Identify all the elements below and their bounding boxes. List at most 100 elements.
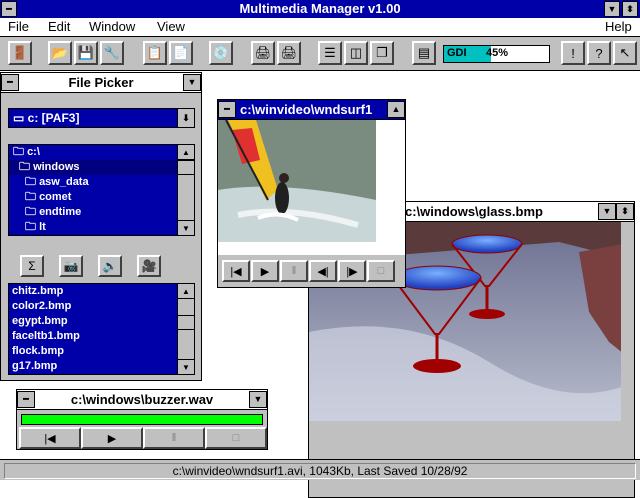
- file-item[interactable]: g17.bmp: [9, 359, 194, 374]
- directory-item[interactable]: 🗀 asw_data: [9, 175, 194, 190]
- properties-button[interactable]: 📄: [169, 41, 193, 65]
- camera-button[interactable]: 📷: [59, 255, 83, 277]
- minus-icon: ━: [23, 394, 29, 404]
- audio-rewind-button[interactable]: |◀: [19, 427, 81, 449]
- audio-minimize-button[interactable]: ▼: [249, 391, 267, 408]
- menu-help[interactable]: Help: [605, 19, 632, 34]
- cascade-icon: ❐: [376, 45, 388, 60]
- down-arrow-icon: ▼: [187, 77, 197, 87]
- down-arrow-icon: ▼: [253, 394, 263, 404]
- wrench-icon: 🔧: [103, 45, 121, 60]
- info-button[interactable]: Σ: [20, 255, 44, 277]
- file-picker-titlebar: ━ File Picker ▼: [1, 73, 201, 93]
- video-stop-button[interactable]: □: [367, 260, 395, 282]
- open-button[interactable]: 📂: [48, 41, 72, 65]
- tile-vertical-button[interactable]: ◫: [344, 41, 368, 65]
- directory-item-label: comet: [39, 191, 72, 203]
- up-down-arrow-icon: ⬍: [626, 4, 634, 14]
- directory-item-label: windows: [33, 161, 80, 173]
- print-button[interactable]: 🖨: [251, 41, 275, 65]
- speaker-icon: 🔊: [102, 259, 118, 273]
- scroll-thumb[interactable]: [178, 315, 194, 330]
- scroll-up-icon[interactable]: ▲: [178, 145, 194, 160]
- sound-button[interactable]: 🔊: [98, 255, 122, 277]
- image-maximize-button[interactable]: ⬍: [616, 203, 634, 220]
- open-folder-icon: 🗀: [13, 146, 28, 158]
- print-setup-button[interactable]: 🖨: [277, 41, 301, 65]
- help-button[interactable]: ?: [587, 41, 611, 65]
- camera-icon: 📷: [63, 259, 79, 273]
- image-minimize-button[interactable]: ▼: [598, 203, 616, 220]
- file-picker-title: File Picker: [68, 75, 134, 90]
- menu-edit[interactable]: Edit: [48, 19, 70, 34]
- tile-horizontal-button[interactable]: ☰: [318, 41, 342, 65]
- file-item[interactable]: flock.bmp: [9, 344, 194, 359]
- audio-title: c:\windows\buzzer.wav: [70, 392, 214, 407]
- cascade-button[interactable]: ❐: [370, 41, 394, 65]
- directory-item[interactable]: 🗀 windows: [9, 160, 194, 175]
- file-item[interactable]: egypt.bmp: [9, 314, 194, 329]
- file-item[interactable]: faceltb1.bmp: [9, 329, 194, 344]
- audio-stop-button[interactable]: □: [205, 427, 267, 449]
- file-picker-minimize-button[interactable]: ▼: [183, 74, 201, 91]
- gdi-label: GDI: [447, 47, 467, 59]
- scroll-down-icon[interactable]: ▼: [178, 220, 194, 235]
- folder-icon: 🗀: [25, 191, 40, 203]
- alert-button[interactable]: !: [561, 41, 585, 65]
- pause-icon: ‖: [291, 265, 297, 277]
- video-pause-button[interactable]: ‖: [280, 260, 308, 282]
- audio-pause-button[interactable]: ‖: [143, 427, 205, 449]
- menu-file[interactable]: File: [8, 19, 29, 34]
- video-step-back-button[interactable]: ◀|: [309, 260, 337, 282]
- context-help-button[interactable]: ↖: [613, 41, 637, 65]
- drive-select[interactable]: ▭ c: [PAF3] ⬇: [8, 108, 195, 128]
- file-item[interactable]: chitz.bmp: [9, 284, 194, 299]
- menu-view[interactable]: View: [157, 19, 185, 34]
- scroll-thumb[interactable]: [178, 160, 194, 175]
- video-button[interactable]: 🎥: [137, 255, 161, 277]
- scroll-down-icon[interactable]: ▼: [178, 359, 194, 374]
- video-icon: 🎥: [141, 259, 157, 273]
- directory-item[interactable]: 🗀 lt: [9, 220, 194, 235]
- video-window: ━ c:\winvideo\wndsurf1 ▲ |◀ ▶ ‖ ◀| |▶ □: [217, 99, 406, 288]
- file-item[interactable]: glass.bmp: [9, 374, 194, 375]
- exit-button[interactable]: 🚪: [8, 41, 32, 65]
- clipboard-icon: 📋: [146, 45, 164, 60]
- folder-icon: 🗀: [25, 206, 40, 218]
- video-step-forward-button[interactable]: |▶: [338, 260, 366, 282]
- audio-play-button[interactable]: ▶: [81, 427, 143, 449]
- clipboard-button[interactable]: 📋: [143, 41, 167, 65]
- down-arrow-icon: ▼: [602, 206, 612, 216]
- file-list[interactable]: chitz.bmp color2.bmp egypt.bmp faceltb1.bmp…: [8, 283, 195, 375]
- video-rewind-button[interactable]: |◀: [222, 260, 250, 282]
- status-bar: c:\winvideo\wndsurf1.avi, 1043Kb, Last S…: [0, 459, 640, 480]
- directory-item[interactable]: 🗀 endtime: [9, 205, 194, 220]
- video-menu-button[interactable]: ━: [218, 101, 236, 118]
- video-maximize-button[interactable]: ▲: [387, 101, 405, 118]
- drive-select-dropdown[interactable]: ⬇: [177, 109, 194, 127]
- scroll-up-icon[interactable]: ▲: [178, 284, 194, 299]
- gdi-meter: GDI 45%: [443, 45, 550, 63]
- audio-menu-button[interactable]: ━: [17, 391, 35, 408]
- directory-scrollbar[interactable]: ▲ ▼: [177, 145, 194, 235]
- sigma-icon: Σ: [28, 259, 36, 273]
- system-menu-button[interactable]: ━: [1, 1, 17, 17]
- file-scrollbar[interactable]: ▲ ▼: [177, 284, 194, 374]
- file-picker-menu-button[interactable]: ━: [1, 74, 19, 91]
- question-icon: ?: [595, 45, 603, 61]
- maximize-button[interactable]: ⬍: [622, 1, 638, 17]
- stop-icon: □: [232, 432, 240, 444]
- resource-meter-button[interactable]: ▤: [412, 41, 436, 65]
- file-item[interactable]: color2.bmp: [9, 299, 194, 314]
- disc-button[interactable]: 💿: [209, 41, 233, 65]
- directory-list[interactable]: 🗀 c:\ 🗀 windows 🗀 asw_data 🗀 comet 🗀 endtime…: [8, 144, 195, 236]
- video-play-button[interactable]: ▶: [251, 260, 279, 282]
- image-title: c:\windows\glass.bmp: [405, 204, 543, 219]
- save-button[interactable]: 💾: [74, 41, 98, 65]
- directory-item[interactable]: 🗀 comet: [9, 190, 194, 205]
- directory-item[interactable]: 🗀 c:\: [9, 145, 194, 160]
- menu-window[interactable]: Window: [89, 19, 135, 34]
- tools-button[interactable]: 🔧: [100, 41, 124, 65]
- door-icon: 🚪: [11, 45, 29, 60]
- minimize-button[interactable]: ▼: [604, 1, 620, 17]
